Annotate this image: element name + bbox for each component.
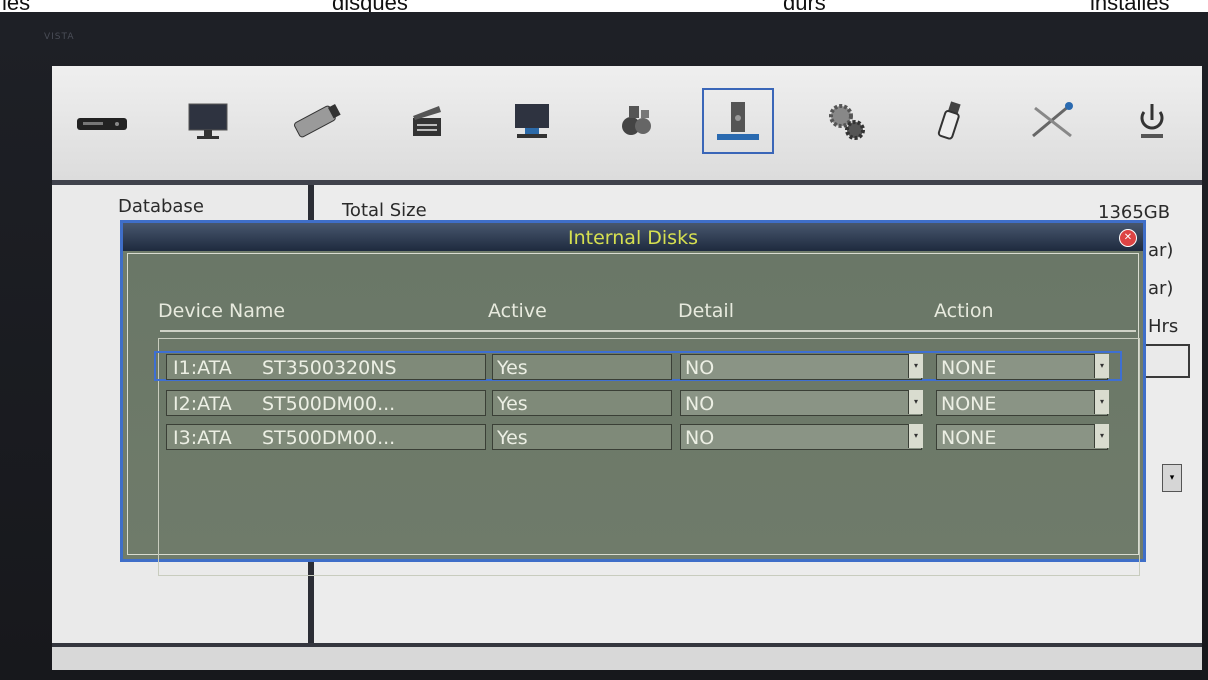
device-name-cell: I2:ATA ST500DM00... bbox=[166, 390, 486, 416]
chevron-down-icon[interactable]: ▾ bbox=[908, 354, 923, 378]
device-name-cell: I3:ATA ST500DM00... bbox=[166, 424, 486, 450]
detail-dropdown[interactable]: NO bbox=[680, 424, 922, 450]
active-cell: Yes bbox=[492, 354, 672, 380]
caption-word: les bbox=[2, 0, 30, 12]
capture-icon[interactable] bbox=[600, 88, 672, 154]
caption-word: durs bbox=[783, 0, 826, 12]
detail-value: NO bbox=[685, 427, 715, 449]
active-cell: Yes bbox=[492, 424, 672, 450]
display-icon[interactable] bbox=[496, 88, 568, 154]
action-dropdown[interactable]: NONE bbox=[936, 390, 1108, 416]
dvr-icon[interactable] bbox=[66, 88, 138, 154]
action-value: NONE bbox=[941, 427, 997, 449]
bg-dropdown-arrow[interactable]: ▾ bbox=[1162, 464, 1182, 492]
action-value: NONE bbox=[941, 393, 997, 415]
column-header-active: Active bbox=[488, 300, 547, 322]
total-size-label: Total Size bbox=[342, 200, 427, 221]
bg-snippet: ar) bbox=[1148, 240, 1174, 261]
close-icon[interactable]: ✕ bbox=[1119, 229, 1137, 247]
dialog-body: Device Name Active Detail Action I1:ATA … bbox=[127, 253, 1140, 576]
action-dropdown[interactable]: NONE bbox=[936, 354, 1108, 380]
bottom-bar bbox=[52, 643, 1202, 670]
detail-dropdown[interactable]: NO bbox=[680, 354, 922, 380]
bg-snippet: ar) bbox=[1148, 278, 1174, 299]
chevron-down-icon[interactable]: ▾ bbox=[1094, 390, 1109, 414]
disk-icon[interactable] bbox=[702, 88, 774, 154]
chevron-down-icon[interactable]: ▾ bbox=[1094, 424, 1109, 448]
header-divider bbox=[160, 330, 1136, 332]
bg-snippet: Hrs bbox=[1148, 316, 1179, 337]
active-cell: Yes bbox=[492, 390, 672, 416]
chevron-down-icon[interactable]: ▾ bbox=[1094, 354, 1109, 378]
sidebar-item-database[interactable]: Database bbox=[118, 196, 204, 217]
bezel-brand: VISTA bbox=[44, 32, 75, 42]
action-value: NONE bbox=[941, 357, 997, 379]
detail-value: NO bbox=[685, 393, 715, 415]
monitor-icon[interactable] bbox=[172, 88, 244, 154]
internal-disks-dialog: Internal Disks ✕ Device Name Active Deta… bbox=[120, 220, 1146, 576]
usb-icon[interactable] bbox=[914, 88, 986, 154]
camera-icon[interactable] bbox=[282, 88, 354, 154]
clapper-icon[interactable] bbox=[390, 88, 462, 154]
menu-toolbar bbox=[52, 66, 1202, 185]
caption-word: installés bbox=[1090, 0, 1169, 12]
tools-icon[interactable] bbox=[1016, 88, 1088, 154]
detail-dropdown[interactable]: NO bbox=[680, 390, 922, 416]
column-header-device-name: Device Name bbox=[158, 300, 286, 322]
chevron-down-icon[interactable]: ▾ bbox=[908, 424, 923, 448]
dialog-title: Internal Disks bbox=[123, 223, 1143, 251]
caption-word: disques bbox=[332, 0, 408, 12]
power-icon[interactable] bbox=[1116, 88, 1188, 154]
column-header-action: Action bbox=[934, 300, 994, 322]
gears-icon[interactable] bbox=[810, 88, 882, 154]
action-dropdown[interactable]: NONE bbox=[936, 424, 1108, 450]
chevron-down-icon[interactable]: ▾ bbox=[908, 390, 923, 414]
column-header-detail: Detail bbox=[678, 300, 734, 322]
bg-input-field[interactable] bbox=[1140, 344, 1190, 378]
detail-value: NO bbox=[685, 357, 715, 379]
caption-strip: les disques durs installés bbox=[0, 0, 1208, 12]
device-name-cell: I1:ATA ST3500320NS bbox=[166, 354, 486, 380]
